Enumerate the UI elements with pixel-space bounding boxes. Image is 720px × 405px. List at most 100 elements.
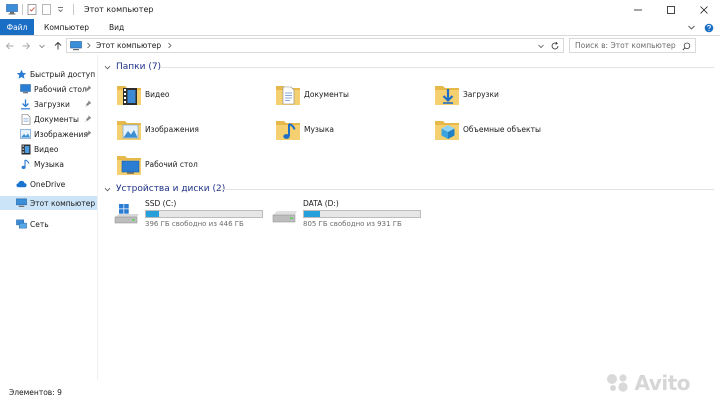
drive-usage-bar <box>145 210 263 218</box>
folder-item[interactable]: Видео <box>115 79 169 109</box>
avito-logo-icon <box>606 374 628 392</box>
folder-label: Видео <box>145 89 170 99</box>
drive-item[interactable]: DATA (D:) 805 ГБ свободно из 931 ГБ <box>271 199 431 229</box>
help-icon[interactable] <box>704 23 714 33</box>
drive-item[interactable]: SSD (C:) 396 ГБ свободно из 446 ГБ <box>113 199 273 229</box>
back-button[interactable] <box>3 39 16 52</box>
chevron-down-icon <box>38 44 45 48</box>
pin-icon <box>85 85 92 93</box>
title-bar: Этот компьютер <box>0 0 720 19</box>
sidebar-item-this-pc[interactable]: Этот компьютер <box>0 196 97 210</box>
computer-icon <box>16 198 27 209</box>
arrow-left-icon <box>5 42 13 49</box>
folder-item[interactable]: Документы <box>274 79 349 109</box>
network-icon <box>16 219 27 230</box>
address-bar[interactable]: Этот компьютер <box>66 38 564 53</box>
group-title: Устройства и диски (2) <box>116 184 226 194</box>
pictures-folder-icon <box>117 121 141 140</box>
chevron-down-icon <box>104 187 111 191</box>
group-header-folders[interactable]: Папки (7) <box>104 61 714 73</box>
recent-locations-button[interactable] <box>35 39 48 52</box>
folder-label: Музыка <box>304 124 334 134</box>
group-divider <box>218 189 714 190</box>
maximize-button[interactable] <box>654 0 687 19</box>
drive-usage-fill <box>146 211 159 217</box>
folder-item[interactable]: Объемные объекты <box>433 114 541 144</box>
folder-label: Документы <box>304 89 349 99</box>
new-folder-icon[interactable] <box>41 4 52 15</box>
item-count: Элементов: 9 <box>9 388 62 397</box>
desktop-folder-icon <box>117 156 141 175</box>
minimize-icon <box>633 9 642 10</box>
sidebar-item-label: Изображения <box>34 129 88 139</box>
tab-view[interactable]: Вид <box>99 19 134 35</box>
star-icon <box>16 69 27 80</box>
sidebar-item-network[interactable]: Сеть <box>0 217 97 231</box>
sidebar-item-label: Этот компьютер <box>30 198 96 208</box>
ribbon-tabs: Файл Компьютер Вид <box>0 19 720 36</box>
arrow-right-icon <box>22 42 30 49</box>
sidebar-item-desktop[interactable]: Рабочий стол <box>0 82 97 96</box>
drive-usage-bar <box>303 210 421 218</box>
3d-objects-folder-icon <box>435 121 459 140</box>
documents-folder-icon <box>276 86 300 105</box>
navigation-bar: Этот компьютер Поиск в: Этот компьютер <box>0 36 720 55</box>
expand-ribbon-icon[interactable] <box>687 23 696 32</box>
document-icon <box>20 113 31 125</box>
sidebar-item-video[interactable]: Видео <box>0 142 97 156</box>
maximize-icon <box>666 5 675 14</box>
music-icon <box>20 158 31 170</box>
watermark-text: Avito <box>634 371 691 395</box>
folder-label: Объемные объекты <box>463 124 541 134</box>
address-location[interactable]: Этот компьютер <box>96 41 161 50</box>
sidebar-item-documents[interactable]: Документы <box>0 112 97 126</box>
sidebar-item-label: Загрузки <box>34 99 70 109</box>
sidebar-item-pictures[interactable]: Изображения <box>0 127 97 141</box>
sidebar-item-label: Сеть <box>30 219 49 229</box>
computer-icon <box>6 4 18 15</box>
folder-item[interactable]: Загрузки <box>433 79 499 109</box>
properties-icon[interactable] <box>27 4 38 15</box>
separator <box>73 4 74 15</box>
sidebar-item-quick-access[interactable]: Быстрый доступ <box>0 67 97 81</box>
customize-toolbar-icon[interactable] <box>55 4 66 15</box>
forward-button[interactable] <box>19 39 32 52</box>
search-input[interactable]: Поиск в: Этот компьютер <box>569 38 696 53</box>
avito-watermark: Avito <box>606 371 691 395</box>
sidebar-item-music[interactable]: Музыка <box>0 157 97 171</box>
sidebar-item-downloads[interactable]: Загрузки <box>0 97 97 111</box>
sidebar-item-label: Быстрый доступ <box>30 69 96 79</box>
folder-item[interactable]: Рабочий стол <box>115 149 198 179</box>
group-header-drives[interactable]: Устройства и диски (2) <box>104 183 714 195</box>
minimize-button[interactable] <box>621 0 654 19</box>
chevron-down-icon[interactable] <box>537 42 545 50</box>
download-icon <box>20 99 31 110</box>
windows-drive-icon <box>114 204 139 224</box>
close-button[interactable] <box>687 0 720 19</box>
sidebar-item-label: OneDrive <box>30 179 66 189</box>
drive-free-space: 396 ГБ свободно из 446 ГБ <box>145 220 244 228</box>
desktop-icon <box>20 84 31 95</box>
tab-computer[interactable]: Компьютер <box>34 19 99 35</box>
separator <box>22 4 23 15</box>
drive-free-space: 805 ГБ свободно из 931 ГБ <box>303 220 402 228</box>
sidebar-item-onedrive[interactable]: OneDrive <box>0 177 97 191</box>
folder-item[interactable]: Музыка <box>274 114 334 144</box>
refresh-icon[interactable] <box>550 41 560 51</box>
group-divider <box>160 67 714 68</box>
folder-label: Изображения <box>145 124 199 134</box>
arrow-up-icon <box>54 41 61 49</box>
hard-drive-icon <box>272 211 297 223</box>
chevron-right-icon[interactable] <box>166 42 173 49</box>
folder-item[interactable]: Изображения <box>115 114 199 144</box>
search-icon[interactable] <box>682 42 691 51</box>
cloud-icon <box>16 179 27 190</box>
up-button[interactable] <box>51 39 64 52</box>
tab-file[interactable]: Файл <box>0 19 34 35</box>
navigation-pane: Быстрый доступ Рабочий стол Загрузки Док… <box>0 55 98 380</box>
sidebar-item-label: Видео <box>34 144 59 154</box>
video-folder-icon <box>117 86 141 105</box>
chevron-down-icon <box>104 65 111 69</box>
video-icon <box>20 144 31 155</box>
chevron-right-icon[interactable] <box>85 42 92 49</box>
